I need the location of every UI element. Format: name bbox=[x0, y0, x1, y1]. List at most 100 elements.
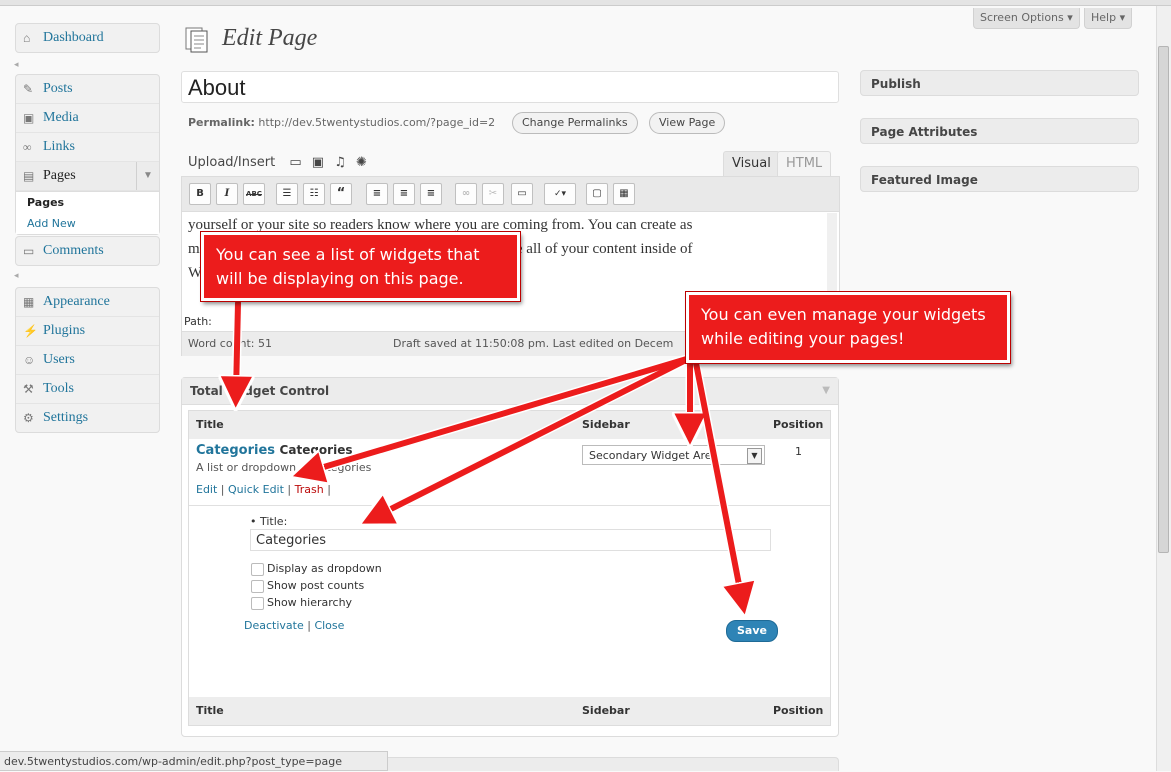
sidebar-select[interactable]: Secondary Widget Area ▼ bbox=[582, 445, 765, 465]
column-footer-title: Title bbox=[196, 704, 224, 717]
help-label: Help bbox=[1091, 11, 1117, 24]
sidebar-dashboard-group: ⌂ Dashboard bbox=[15, 23, 160, 53]
widget-box-title[interactable]: Total Widget Control ▼ bbox=[182, 378, 838, 405]
sidebar-item-links[interactable]: ∞ Links bbox=[16, 133, 159, 162]
sidebar-item-label: Users bbox=[43, 352, 75, 367]
browser-top-edge bbox=[0, 0, 1171, 6]
pushpin-icon: ✎ bbox=[23, 82, 34, 96]
submenu-item-pages[interactable]: Pages bbox=[16, 192, 159, 213]
column-footer-sidebar: Sidebar bbox=[582, 704, 630, 717]
sidebar-item-dashboard[interactable]: ⌂ Dashboard bbox=[16, 24, 159, 52]
screen-options-label: Screen Options bbox=[980, 11, 1064, 24]
view-page-button[interactable]: View Page bbox=[649, 112, 726, 134]
appearance-icon: ▦ bbox=[23, 295, 35, 309]
insert-link-icon[interactable]: ∞ bbox=[455, 183, 477, 205]
italic-icon[interactable]: I bbox=[216, 183, 238, 205]
sidebar-content-group: ✎ Posts ▣ Media ∞ Links ▤ Pages ▼ Pages … bbox=[15, 74, 160, 235]
tab-html[interactable]: HTML bbox=[777, 151, 832, 177]
collapse-separator-icon[interactable]: ◂ bbox=[14, 271, 24, 281]
word-count: Word count: 51 bbox=[188, 337, 273, 350]
show-hierarchy-checkbox[interactable] bbox=[251, 597, 264, 610]
sidebar-item-label: Plugins bbox=[43, 323, 86, 338]
add-image-icon[interactable]: ▭ bbox=[289, 155, 301, 170]
permalink-url[interactable]: http://dev.5twentystudios.com/?page_id=2 bbox=[258, 116, 495, 129]
page-attributes-box[interactable]: Page Attributes bbox=[860, 118, 1139, 144]
sidebar-item-label: Dashboard bbox=[43, 30, 104, 45]
edit-link[interactable]: Edit bbox=[196, 483, 217, 496]
table-footer: Title Sidebar Position bbox=[189, 697, 830, 725]
scroll-thumb[interactable] bbox=[1158, 46, 1169, 553]
settings-icon: ⚙ bbox=[23, 411, 34, 425]
show-counts-checkbox[interactable] bbox=[251, 580, 264, 593]
change-permalinks-button[interactable]: Change Permalinks bbox=[512, 112, 638, 134]
widget-title-input[interactable]: Categories bbox=[250, 529, 771, 551]
display-dropdown-label: Display as dropdown bbox=[267, 562, 382, 575]
widget-name-link[interactable]: Categories bbox=[196, 443, 275, 458]
sidebar-item-settings[interactable]: ⚙ Settings bbox=[16, 404, 159, 432]
publish-box[interactable]: Publish bbox=[860, 70, 1139, 96]
help-tab[interactable]: Help ▾ bbox=[1084, 8, 1133, 29]
featured-image-box[interactable]: Featured Image bbox=[860, 166, 1139, 192]
trash-link[interactable]: Trash bbox=[295, 483, 324, 496]
editor-path: Path: bbox=[184, 315, 212, 328]
total-widget-control-box: Total Widget Control ▼ Title Sidebar Pos… bbox=[181, 377, 839, 737]
unlink-icon[interactable]: ✂ bbox=[482, 183, 504, 205]
draft-saved-status: Draft saved at 11:50:08 pm. Last edited … bbox=[393, 337, 674, 350]
bullet-list-icon[interactable]: ☰ bbox=[276, 183, 298, 205]
collapse-separator-icon[interactable]: ◂ bbox=[14, 60, 24, 70]
sidebar-item-media[interactable]: ▣ Media bbox=[16, 104, 159, 133]
align-right-icon[interactable]: ≡ bbox=[420, 183, 442, 205]
close-link[interactable]: Close bbox=[314, 619, 344, 632]
link-icon: ∞ bbox=[23, 140, 32, 154]
sidebar-item-pages[interactable]: ▤ Pages ▼ bbox=[16, 162, 159, 191]
chevron-down-icon[interactable]: ▼ bbox=[136, 162, 159, 190]
permalink-row: Permalink: http://dev.5twentystudios.com… bbox=[188, 116, 495, 129]
bold-icon[interactable]: B bbox=[189, 183, 211, 205]
chevron-down-icon[interactable]: ▼ bbox=[747, 448, 762, 464]
page-scrollbar[interactable] bbox=[1156, 6, 1171, 771]
add-audio-icon[interactable]: ♫ bbox=[334, 155, 346, 170]
sidebar-item-comments[interactable]: ▭ Comments bbox=[16, 237, 159, 265]
align-left-icon[interactable]: ≡ bbox=[366, 183, 388, 205]
screen-options-tab[interactable]: Screen Options ▾ bbox=[973, 8, 1080, 29]
sidebar-select-value: Secondary Widget Area bbox=[589, 449, 719, 462]
browser-status-url: dev.5twentystudios.com/wp-admin/edit.php… bbox=[0, 751, 388, 771]
column-footer-position: Position bbox=[773, 704, 824, 717]
deactivate-link[interactable]: Deactivate bbox=[244, 619, 304, 632]
sidebar-item-posts[interactable]: ✎ Posts bbox=[16, 75, 159, 104]
users-icon: ☺ bbox=[23, 353, 36, 367]
fullscreen-icon[interactable]: ▢ bbox=[586, 183, 608, 205]
sidebar-item-plugins[interactable]: ⚡ Plugins bbox=[16, 317, 159, 346]
more-tag-icon[interactable]: ▭ bbox=[511, 183, 533, 205]
sidebar-item-users[interactable]: ☺ Users bbox=[16, 346, 159, 375]
align-center-icon[interactable]: ≡ bbox=[393, 183, 415, 205]
quick-edit-link[interactable]: Quick Edit bbox=[228, 483, 284, 496]
plug-icon: ⚡ bbox=[23, 324, 38, 338]
annotation-callout-widgets-list: You can see a list of widgets that will … bbox=[201, 232, 520, 301]
tab-visual[interactable]: Visual bbox=[723, 151, 780, 177]
toggle-arrow-icon[interactable]: ▼ bbox=[822, 378, 830, 404]
upload-insert-label: Upload/Insert bbox=[188, 155, 276, 170]
widget-name: Categories Categories bbox=[196, 443, 352, 458]
submenu-item-add-new[interactable]: Add New bbox=[16, 213, 159, 234]
edit-page-icon bbox=[185, 27, 208, 53]
media-icon: ▣ bbox=[23, 111, 35, 125]
widget-box-title-text: Total Widget Control bbox=[190, 384, 330, 398]
annotation-callout-manage-widgets: You can even manage your widgets while e… bbox=[686, 292, 1010, 363]
blockquote-icon[interactable]: “ bbox=[330, 183, 352, 205]
display-dropdown-checkbox[interactable] bbox=[251, 563, 264, 576]
add-video-icon[interactable]: ▣ bbox=[312, 155, 324, 170]
widget-form-actions: Deactivate | Close bbox=[244, 619, 345, 632]
sidebar-item-tools[interactable]: ⚒ Tools bbox=[16, 375, 159, 404]
sidebar-item-appearance[interactable]: ▦ Appearance bbox=[16, 288, 159, 317]
kitchen-sink-icon[interactable]: ▦ bbox=[613, 183, 635, 205]
spellcheck-icon[interactable]: ✓▾ bbox=[544, 183, 576, 205]
sidebar-item-label: Comments bbox=[43, 243, 104, 258]
post-title-input[interactable]: About bbox=[181, 71, 839, 103]
sidebar-item-label: Posts bbox=[43, 81, 73, 96]
save-button[interactable]: Save bbox=[726, 620, 778, 642]
strikethrough-icon[interactable]: ABC bbox=[243, 183, 265, 205]
numbered-list-icon[interactable]: ☷ bbox=[303, 183, 325, 205]
add-media-icon[interactable]: ✺ bbox=[356, 155, 367, 170]
show-hierarchy-label: Show hierarchy bbox=[267, 596, 353, 609]
